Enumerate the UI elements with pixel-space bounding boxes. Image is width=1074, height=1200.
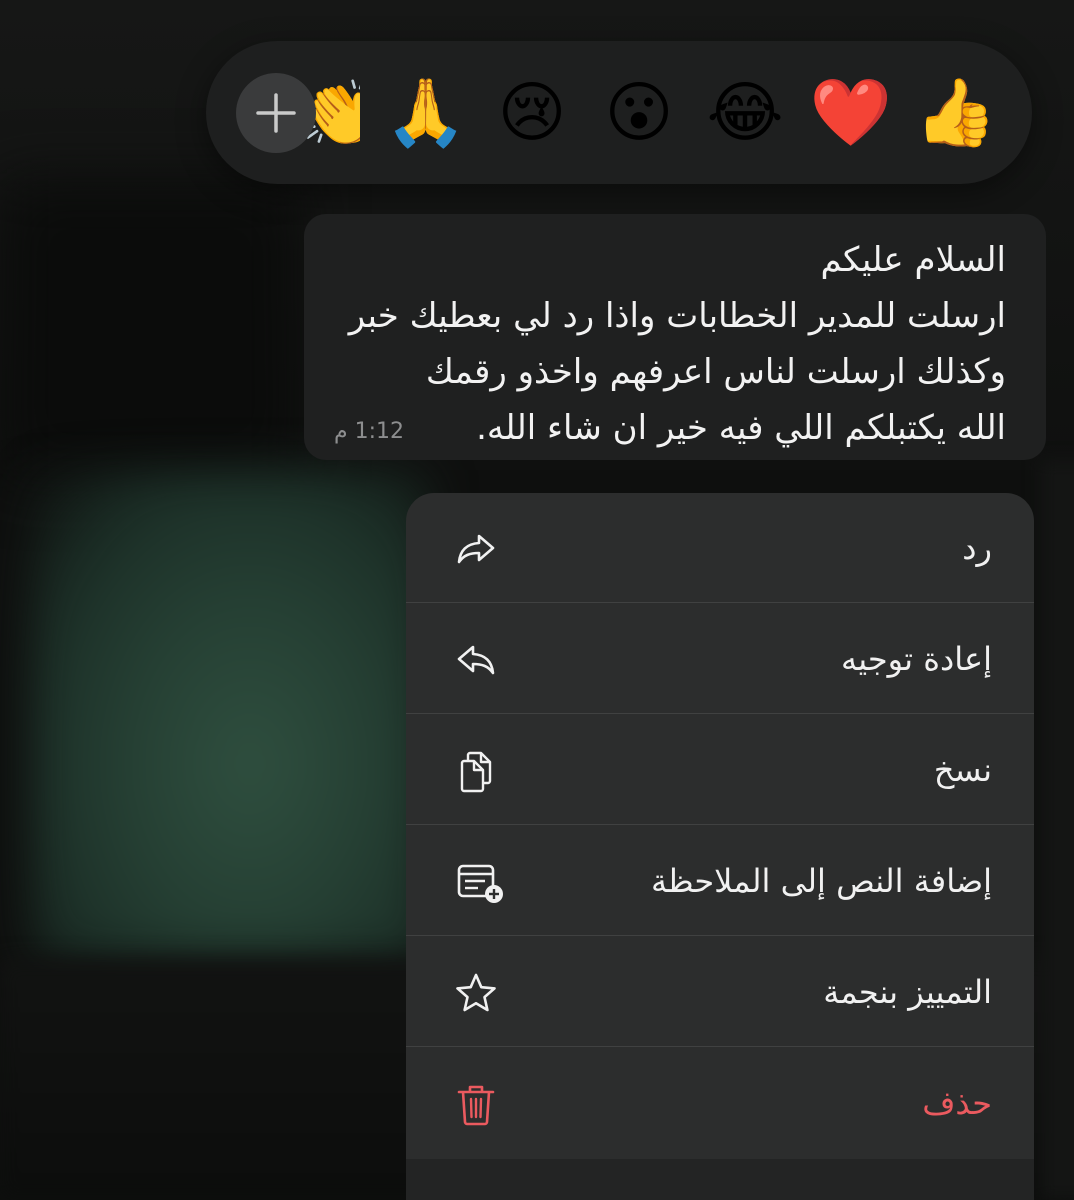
menu-divider [406,713,1034,714]
plus-icon [256,93,296,133]
forward-icon [457,645,495,675]
reaction-heart[interactable]: ❤️ [809,71,893,155]
reaction-surprised[interactable]: 😮 [597,71,681,155]
menu-divider [406,824,1034,825]
reply-icon [457,534,495,564]
menu-item-label: إضافة النص إلى الملاحظة [650,862,992,900]
reaction-bar: 👍 ❤️ 😂 😮 😢 🙏 👏 [206,41,1032,184]
message-timestamp: 1:12 م [334,419,405,444]
message-bubble[interactable]: السلام عليكم ارسلت للمدير الخطابات واذا … [304,214,1046,460]
message-line: الله يكتبلكم اللي فيه خير ان شاء الله. [476,408,1006,448]
menu-item-delete[interactable]: حذف [406,1048,1034,1158]
menu-item-reply[interactable]: رد [406,493,1034,603]
copy-icon [460,751,492,793]
message-text: السلام عليكم ارسلت للمدير الخطابات واذا … [306,232,1006,456]
menu-divider [406,602,1034,603]
reaction-laughing[interactable]: 😂 [703,71,787,155]
menu-divider [406,935,1034,936]
add-note-icon [457,864,503,903]
menu-item-copy[interactable]: نسخ [406,715,1034,825]
menu-item-star[interactable]: التمييز بنجمة [406,937,1034,1047]
blurred-background-edge [1040,460,1074,1200]
context-menu: رد إعادة توجيه نسخ إضافة النص إلى الملاح… [406,493,1034,1159]
trash-icon [457,1085,495,1126]
menu-item-label: نسخ [933,751,992,789]
menu-item-label: حذف [922,1084,992,1122]
message-line: ارسلت للمدير الخطابات واذا رد لي بعطيك خ… [348,296,1006,336]
menu-divider [406,1046,1034,1047]
reaction-pray[interactable]: 🙏 [384,71,468,155]
menu-item-label: التمييز بنجمة [823,973,992,1011]
more-reactions-button[interactable] [236,73,316,153]
message-line: السلام عليكم [820,240,1007,280]
menu-item-forward[interactable]: إعادة توجيه [406,604,1034,714]
menu-item-add-to-note[interactable]: إضافة النص إلى الملاحظة [406,826,1034,936]
reaction-thumbs-up[interactable]: 👍 [914,71,998,155]
star-icon [456,973,496,1012]
menu-item-label: رد [962,529,992,567]
context-menu-footer [406,1159,1034,1200]
message-line: وكذلك ارسلت لناس اعرفهم واخذو رقمك [425,352,1006,392]
blurred-background-image [30,470,430,960]
menu-item-label: إعادة توجيه [841,640,992,678]
screen: 👍 ❤️ 😂 😮 😢 🙏 👏 السلام عليكم ارسلت للمدير… [0,0,1074,1200]
reaction-sad[interactable]: 😢 [490,71,574,155]
blurred-background-shadow [0,180,300,480]
